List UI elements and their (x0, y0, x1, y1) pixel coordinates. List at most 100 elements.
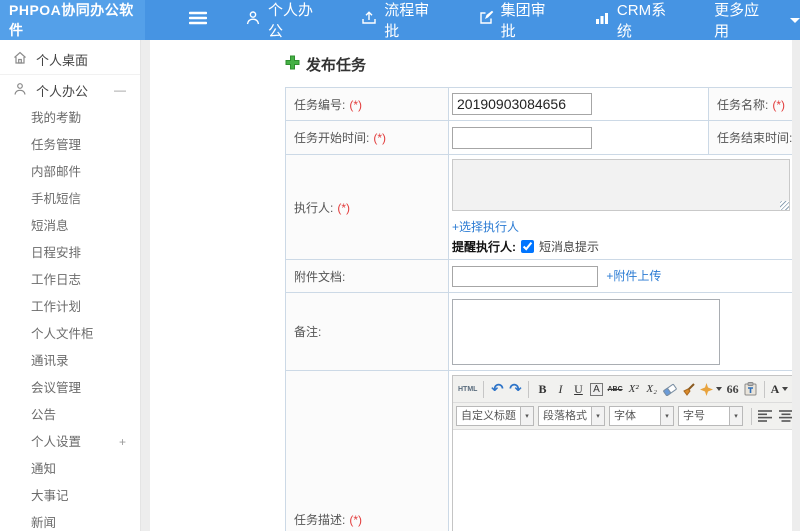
editor-toolbar-row2: 自定义标题 ▾ 段落格式 ▾ 字体 ▾ 字号 ▾ (453, 403, 792, 430)
strikethrough-button[interactable]: ABC (605, 379, 624, 400)
nav-item-personal-office[interactable]: 个人办公 (245, 0, 323, 41)
sidebar-item-task-manage[interactable]: 任务管理 (0, 132, 140, 159)
sidebar-item-internal-mail[interactable]: 内部邮件 (0, 159, 140, 186)
paste-text-icon[interactable] (742, 379, 760, 400)
required-mark: (*) (349, 512, 363, 527)
sidebar-item-label: 个人桌面 (36, 53, 89, 68)
content-panel: 发布任务 任务编号:(*) 任务名称:(*) 任务开始时间:(*) 任务结束时间… (150, 40, 792, 531)
toolbar-separator (763, 380, 765, 398)
emoticon-insert-icon[interactable] (698, 379, 724, 400)
row-executor: 执行人: (*) +选择执行人 提醒执行人: 短消息提示 (285, 154, 792, 260)
crm-chart-icon (594, 10, 610, 30)
sidebar-item-personal-settings[interactable]: 个人设置 + (0, 429, 140, 456)
executor-label: 执行人: (294, 200, 334, 215)
char-border-button[interactable]: A (587, 379, 605, 400)
sidebar-item-label: 任务管理 (31, 138, 82, 152)
caret-down-icon (790, 17, 800, 23)
sidebar-item-attendance[interactable]: 我的考勤 (0, 105, 140, 132)
attachment-upload-link[interactable]: +附件上传 (606, 269, 661, 283)
sms-remind-label: 短消息提示 (539, 240, 600, 254)
sidebar-item-schedule[interactable]: 日程安排 (0, 240, 140, 267)
remind-executor-label: 提醒执行人: (452, 240, 516, 254)
sidebar-item-announcement[interactable]: 公告 (0, 402, 140, 429)
sidebar-item-news[interactable]: 新闻 (0, 510, 140, 531)
rich-text-editor: HTML ↶ ↷ B I U A ABC X² X₂ 66 A 自定义标题 ▾ … (452, 375, 792, 531)
sidebar-item-label: 会议管理 (31, 381, 82, 395)
row-attachment: 附件文档: +附件上传 (285, 259, 792, 293)
sidebar-item-contacts[interactable]: 通讯录 (0, 348, 140, 375)
app-logo: PHPOA协同办公软件 (0, 0, 145, 40)
user-icon (245, 10, 261, 30)
collapse-icon[interactable]: — (114, 83, 126, 97)
description-label: 任务描述: (294, 512, 346, 527)
superscript-button[interactable]: X² (625, 379, 643, 400)
sidebar-item-meeting[interactable]: 会议管理 (0, 375, 140, 402)
nav-item-more-apps[interactable]: 更多应用 (714, 0, 800, 41)
sidebar-item-desktop[interactable]: 个人桌面 (0, 45, 140, 75)
sidebar-item-label: 工作计划 (31, 300, 82, 314)
expand-icon[interactable]: + (119, 429, 126, 456)
page-title: 发布任务 (306, 56, 367, 74)
sidebar-item-notice[interactable]: 通知 (0, 456, 140, 483)
sidebar-item-label: 通讯录 (31, 354, 69, 368)
undo-icon[interactable]: ↶ (488, 379, 506, 400)
task-number-input[interactable] (452, 93, 592, 115)
select-value: 字号 (683, 410, 705, 422)
eraser-icon[interactable] (661, 379, 680, 400)
sidebar-item-label: 手机短信 (31, 192, 82, 206)
format-brush-icon[interactable] (680, 379, 698, 400)
align-center-icon[interactable] (777, 406, 792, 427)
toolbar-separator (751, 407, 752, 425)
align-left-icon[interactable] (756, 406, 774, 427)
redo-icon[interactable]: ↷ (506, 379, 524, 400)
sidebar-item-personal-office[interactable]: 个人办公 — (0, 75, 140, 105)
nav-label: CRM系统 (616, 2, 667, 40)
sidebar-item-label: 我的考勤 (31, 111, 82, 125)
sidebar-item-label: 公告 (31, 408, 57, 422)
resize-grip-icon[interactable] (780, 201, 789, 210)
home-icon (13, 51, 27, 68)
sidebar-item-work-plan[interactable]: 工作计划 (0, 294, 140, 321)
remark-textarea[interactable] (452, 298, 720, 365)
sidebar-item-milestones[interactable]: 大事记 (0, 483, 140, 510)
sidebar-item-label: 个人办公 (36, 83, 89, 99)
sidebar-item-label: 新闻 (31, 516, 57, 530)
top-menu: 个人办公 流程审批 集团审批 CRM系统 更多应用 (145, 0, 800, 40)
editor-content-area[interactable] (453, 430, 792, 531)
nav-item-flow-approval[interactable]: 流程审批 (361, 0, 439, 41)
font-size-select[interactable]: 字号 ▾ (678, 406, 743, 426)
font-color-button[interactable]: A (769, 379, 791, 400)
sidebar-item-sms[interactable]: 手机短信 (0, 186, 140, 213)
bold-button[interactable]: B (533, 379, 551, 400)
start-time-input[interactable] (452, 126, 592, 149)
attachment-label: 附件文档: (294, 269, 346, 284)
caret-down-icon: ▾ (520, 407, 533, 425)
attachment-input[interactable] (452, 265, 598, 287)
sidebar-item-short-message[interactable]: 短消息 (0, 213, 140, 240)
select-executor-link[interactable]: +选择执行人 (452, 220, 519, 234)
font-family-select[interactable]: 字体 ▾ (609, 406, 674, 426)
top-navbar: PHPOA协同办公软件 个人办公 流程审批 集团审批 CRM系统 更多应用 (0, 0, 800, 40)
sidebar-item-file-cabinet[interactable]: 个人文件柜 (0, 321, 140, 348)
required-mark: (*) (337, 200, 351, 215)
sidebar-item-work-log[interactable]: 工作日志 (0, 267, 140, 294)
custom-heading-select[interactable]: 自定义标题 ▾ (456, 406, 534, 426)
user-icon (13, 82, 27, 99)
paragraph-format-select[interactable]: 段落格式 ▾ (538, 406, 605, 426)
html-source-button[interactable]: HTML (456, 379, 479, 400)
subscript-button[interactable]: X₂ (643, 379, 661, 400)
nav-item-group-approval[interactable]: 集团审批 (478, 0, 556, 41)
menu-toggle-icon[interactable] (188, 11, 208, 29)
remark-label: 备注: (294, 325, 322, 339)
italic-button[interactable]: I (551, 379, 569, 400)
executor-textarea[interactable] (452, 159, 790, 211)
group-approval-icon (478, 10, 494, 30)
blockquote-button[interactable]: 66 (724, 379, 742, 400)
main-area: 个人桌面 个人办公 — 我的考勤 任务管理 内部邮件 手机短信 短消息 日程安排… (0, 40, 800, 531)
content-background: 发布任务 任务编号:(*) 任务名称:(*) 任务开始时间:(*) 任务结束时间… (141, 40, 800, 531)
underline-button[interactable]: U (569, 379, 587, 400)
nav-label: 集团审批 (500, 2, 546, 40)
page-header: 发布任务 (285, 54, 792, 74)
nav-item-crm[interactable]: CRM系统 (594, 0, 676, 41)
sms-remind-checkbox[interactable] (521, 240, 534, 253)
